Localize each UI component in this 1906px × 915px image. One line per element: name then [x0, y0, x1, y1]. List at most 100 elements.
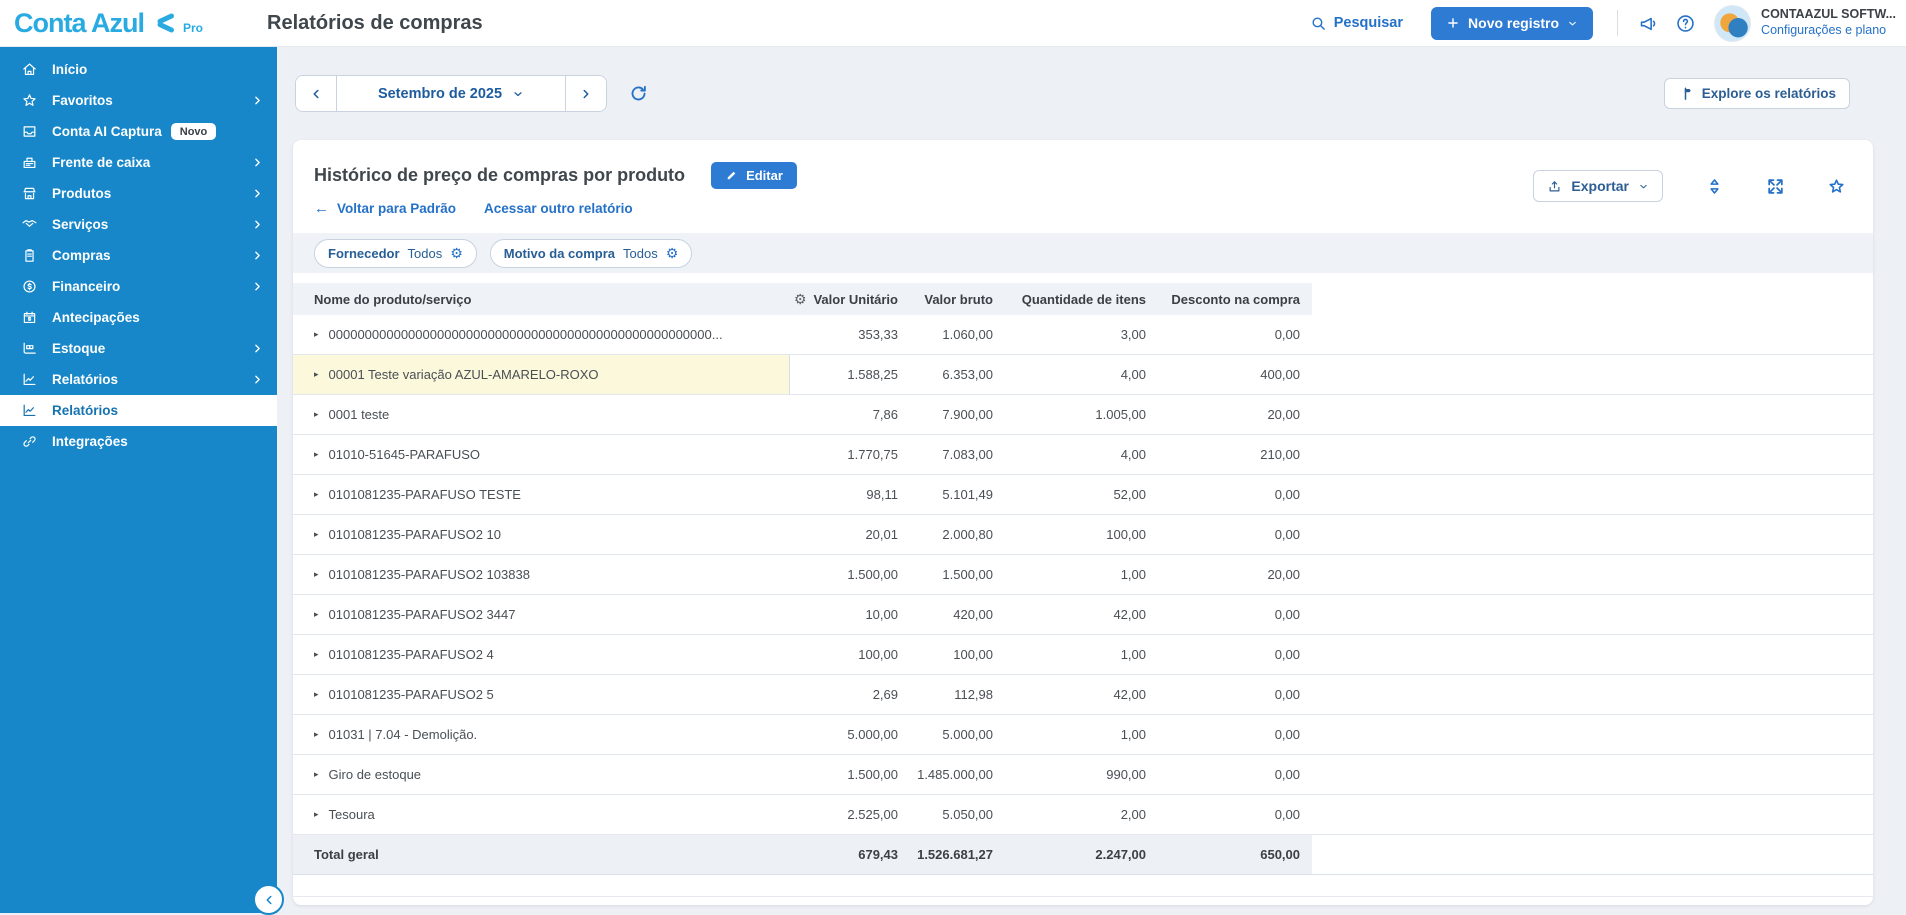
- sidebar-item-icon: [21, 433, 38, 450]
- expand-row-icon[interactable]: ▸: [314, 689, 319, 700]
- sidebar-item[interactable]: Relatórios: [0, 395, 277, 426]
- export-button[interactable]: Exportar: [1533, 170, 1663, 202]
- discount-cell: 0,00: [1158, 675, 1312, 714]
- total-filler: [1312, 835, 1873, 874]
- sidebar-item[interactable]: Compras: [0, 240, 277, 271]
- sidebar-item-label: Financeiro: [52, 279, 120, 294]
- row-filler: [1312, 475, 1873, 514]
- sidebar-item[interactable]: Produtos: [0, 178, 277, 209]
- sidebar-item[interactable]: Financeiro: [0, 271, 277, 302]
- table-header-row: Nome do produto/serviço ⚙ Valor Unitário…: [293, 283, 1873, 315]
- sidebar-item-label: Relatórios: [52, 403, 118, 418]
- table-row[interactable]: ▸ Giro de estoque 1.500,00 1.485.000,00 …: [293, 755, 1873, 795]
- explore-reports-button[interactable]: Explore os relatórios: [1664, 78, 1850, 109]
- expand-row-icon[interactable]: ▸: [314, 729, 319, 740]
- header-divider: [1617, 10, 1618, 36]
- sidebar-item-label: Início: [52, 62, 87, 77]
- gross-value-cell: 7.900,00: [910, 395, 1005, 434]
- next-month-button[interactable]: [565, 76, 606, 111]
- sidebar-item[interactable]: Antecipações: [0, 302, 277, 333]
- filter-bar: Fornecedor Todos ⚙ Motivo da compra Todo…: [293, 233, 1873, 273]
- table-row[interactable]: ▸ 0001 teste 7,86 7.900,00 1.005,00 20,0…: [293, 395, 1873, 435]
- quantity-cell: 2,00: [1005, 795, 1158, 834]
- table-row[interactable]: ▸ Tesoura 2.525,00 5.050,00 2,00 0,00: [293, 795, 1873, 835]
- sidebar-item[interactable]: Frente de caixa: [0, 147, 277, 178]
- report-title: Histórico de preço de compras por produt…: [314, 165, 685, 186]
- column-header-gross-value[interactable]: Valor bruto: [910, 283, 1005, 315]
- gear-icon[interactable]: ⚙: [666, 246, 679, 260]
- fullscreen-button[interactable]: [1766, 177, 1785, 196]
- favorite-report-button[interactable]: [1827, 177, 1846, 196]
- gross-value-cell: 5.101,49: [910, 475, 1005, 514]
- expand-row-icon[interactable]: ▸: [314, 649, 319, 660]
- access-other-report-link[interactable]: Acessar outro relatório: [484, 201, 633, 216]
- table-row[interactable]: ▸ 00000000000000000000000000000000000000…: [293, 315, 1873, 355]
- expand-row-icon[interactable]: ▸: [314, 769, 319, 780]
- table-row[interactable]: ▸ 0101081235-PARAFUSO2 3447 10,00 420,00…: [293, 595, 1873, 635]
- avatar[interactable]: [1714, 5, 1751, 42]
- month-dropdown[interactable]: Setembro de 2025: [337, 76, 565, 111]
- sidebar-item[interactable]: Conta AI Captura Novo: [0, 116, 277, 147]
- sidebar-item[interactable]: Favoritos: [0, 85, 277, 116]
- expand-row-icon[interactable]: ▸: [314, 409, 319, 420]
- previous-month-button[interactable]: [296, 76, 337, 111]
- table-row[interactable]: ▸ 0101081235-PARAFUSO TESTE 98,11 5.101,…: [293, 475, 1873, 515]
- back-to-default-link[interactable]: ← Voltar para Padrão: [314, 200, 456, 217]
- expand-row-icon[interactable]: ▸: [314, 329, 319, 340]
- sidebar-item[interactable]: Relatórios: [0, 364, 277, 395]
- announcements-button[interactable]: [1638, 13, 1659, 34]
- sidebar-item[interactable]: Início: [0, 54, 277, 85]
- gear-icon[interactable]: ⚙: [794, 291, 807, 308]
- help-button[interactable]: [1675, 13, 1696, 34]
- expand-icon: [1766, 177, 1785, 196]
- search-button[interactable]: Pesquisar: [1310, 15, 1403, 32]
- gross-value-cell: 112,98: [910, 675, 1005, 714]
- column-header-unit-value[interactable]: ⚙ Valor Unitário: [790, 283, 910, 315]
- sidebar-item[interactable]: Estoque: [0, 333, 277, 364]
- gear-icon[interactable]: ⚙: [450, 246, 463, 260]
- expand-row-icon[interactable]: ▸: [314, 809, 319, 820]
- filter-value: Todos: [623, 246, 658, 261]
- settings-plan-link[interactable]: Configurações e plano: [1761, 23, 1896, 39]
- expand-row-icon[interactable]: ▸: [314, 489, 319, 500]
- question-icon: [1675, 13, 1696, 34]
- unit-value-cell: 1.500,00: [790, 755, 910, 794]
- column-header-name[interactable]: Nome do produto/serviço: [293, 283, 790, 315]
- contaazul-logo[interactable]: Conta Azul Pro: [14, 8, 264, 39]
- refresh-button[interactable]: [628, 83, 649, 107]
- filter-chip[interactable]: Motivo da compra Todos ⚙: [490, 239, 693, 268]
- account-menu[interactable]: CONTAAZUL SOFTW... Configurações e plano: [1761, 7, 1896, 38]
- table-row[interactable]: ▸ 0101081235-PARAFUSO2 10 20,01 2.000,80…: [293, 515, 1873, 555]
- expand-row-icon[interactable]: ▸: [314, 569, 319, 580]
- sidebar-item-icon: [21, 185, 38, 202]
- new-record-button[interactable]: Novo registro: [1431, 7, 1593, 40]
- expand-row-icon[interactable]: ▸: [314, 609, 319, 620]
- gross-value-cell: 1.500,00: [910, 555, 1005, 594]
- chevron-left-icon: [262, 893, 276, 907]
- sidebar-collapse-button[interactable]: [253, 884, 284, 915]
- unit-value-cell: 5.000,00: [790, 715, 910, 754]
- filter-chip[interactable]: Fornecedor Todos ⚙: [314, 239, 477, 268]
- table-row[interactable]: ▸ 01031 | 7.04 - Demolição. 5.000,00 5.0…: [293, 715, 1873, 755]
- expand-collapse-rows-button[interactable]: [1705, 177, 1724, 196]
- table-row[interactable]: ▸ 01010-51645-PARAFUSO 1.770,75 7.083,00…: [293, 435, 1873, 475]
- sidebar-item[interactable]: Serviços: [0, 209, 277, 240]
- discount-cell: 0,00: [1158, 635, 1312, 674]
- expand-row-icon[interactable]: ▸: [314, 529, 319, 540]
- row-filler: [1312, 395, 1873, 434]
- table-row[interactable]: ▸ 00001 Teste variação AZUL-AMARELO-ROXO…: [293, 355, 1873, 395]
- chevron-right-icon: [579, 87, 593, 101]
- expand-row-icon[interactable]: ▸: [314, 449, 319, 460]
- table-row[interactable]: ▸ 0101081235-PARAFUSO2 103838 1.500,00 1…: [293, 555, 1873, 595]
- edit-button[interactable]: Editar: [711, 162, 797, 189]
- chevron-down-icon: [512, 88, 524, 100]
- sidebar-item[interactable]: Integrações: [0, 426, 277, 457]
- gross-value-cell: 100,00: [910, 635, 1005, 674]
- unit-value-cell: 2.525,00: [790, 795, 910, 834]
- column-header-quantity[interactable]: Quantidade de itens: [1005, 283, 1158, 315]
- table-row[interactable]: ▸ 0101081235-PARAFUSO2 5 2,69 112,98 42,…: [293, 675, 1873, 715]
- table-row[interactable]: ▸ 0101081235-PARAFUSO2 4 100,00 100,00 1…: [293, 635, 1873, 675]
- column-header-discount[interactable]: Desconto na compra: [1158, 283, 1312, 315]
- unit-value-cell: 1.770,75: [790, 435, 910, 474]
- expand-row-icon[interactable]: ▸: [314, 369, 319, 380]
